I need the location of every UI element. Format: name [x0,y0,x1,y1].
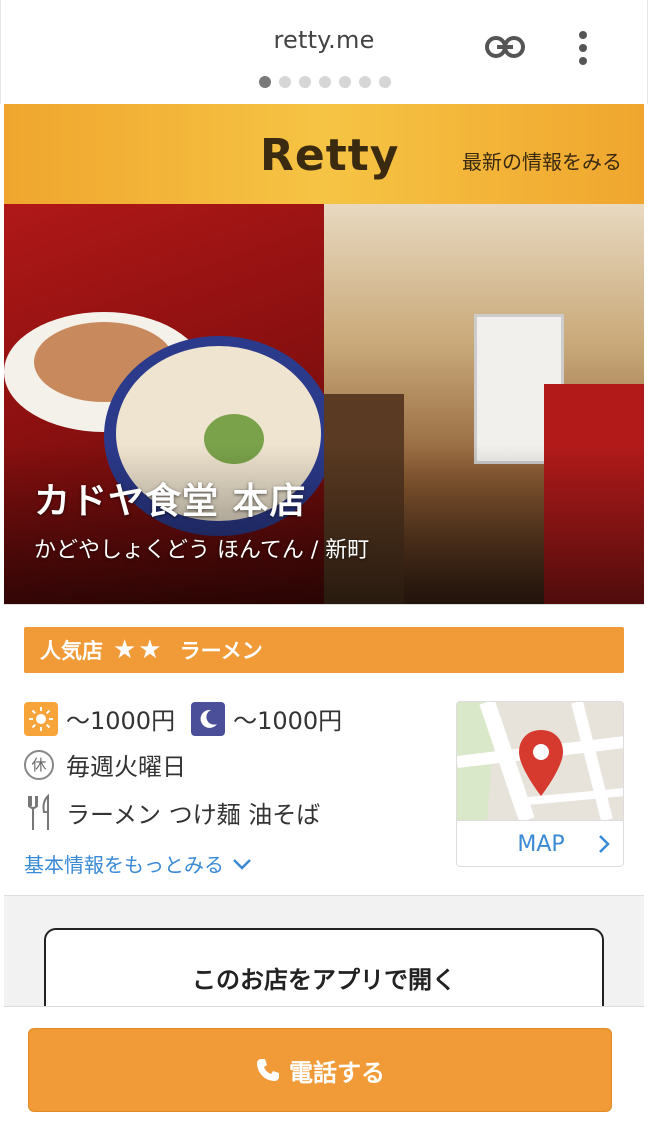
call-button[interactable]: 電話する [28,1028,612,1112]
shop-name: カドヤ食堂 本店 [34,481,307,522]
more-info-link[interactable]: 基本情報をもっとみる [24,849,252,878]
call-label: 電話する [289,1058,385,1087]
genre-list: ラーメン つけ麺 油そば [66,801,321,829]
page-dot[interactable] [319,76,331,88]
page-dot[interactable] [279,76,291,88]
retty-logo[interactable]: Retty [260,130,399,181]
page-dot[interactable] [299,76,311,88]
more-vert-icon[interactable] [573,30,593,66]
link-icon[interactable] [485,34,525,60]
popular-badge: 人気店 ★★ ラーメン [24,627,624,673]
moon-icon [191,701,226,736]
phone-icon [257,1059,279,1081]
hero-image: カドヤ食堂 本店 かどやしょくどう ほんてん / 新町 [4,204,644,604]
chevron-right-icon [599,835,610,853]
closed-day-row: 休 毎週火曜日 [24,747,186,782]
closed-day: 毎週火曜日 [66,753,186,781]
sun-icon [24,701,58,736]
star-rating: ★★ [113,635,164,665]
map-thumbnail [457,702,623,820]
latest-info-link[interactable]: 最新の情報をみる [462,146,622,175]
page-indicator [259,76,391,88]
site-header: Retty 最新の情報をみる [4,104,644,204]
page-dot[interactable] [339,76,351,88]
page-dot[interactable] [359,76,371,88]
map-card[interactable]: MAP [456,701,624,867]
genre-row: ラーメン つけ麺 油そば [24,793,321,830]
url-text[interactable]: retty.me [1,26,647,54]
page-dot[interactable] [259,76,271,88]
shop-reading: かどやしょくどう ほんてん / 新町 [34,538,370,563]
dinner-price: ～1000円 [233,707,343,735]
hero-gradient [4,444,644,604]
browser-toolbar: retty.me [0,0,648,104]
page-dot[interactable] [379,76,391,88]
chevron-down-icon [233,858,251,870]
badge-label: 人気店 [40,639,103,663]
more-info-label: 基本情報をもっとみる [24,853,224,877]
fork-knife-icon [24,793,58,830]
shop-info: 人気店 ★★ ラーメン ～1000円 ～1000円 休 毎週火曜日 ラーメン つ… [4,604,644,896]
closed-icon: 休 [24,749,54,780]
price-row: ～1000円 ～1000円 [24,701,342,736]
badge-genre: ラーメン [179,639,263,663]
lunch-price: ～1000円 [66,707,176,735]
